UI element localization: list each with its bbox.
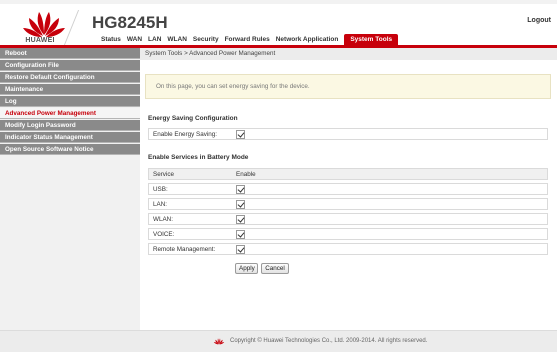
main-nav: Status WAN LAN WLAN Security Forward Rul… [98, 33, 399, 45]
tab-wlan[interactable]: WLAN [164, 34, 190, 45]
info-notice: On this page, you can set energy saving … [145, 74, 551, 99]
energy-saving-checkbox[interactable] [236, 130, 245, 139]
tab-lan[interactable]: LAN [145, 34, 164, 45]
battery-table-header: Service Enable [148, 168, 548, 180]
remote-management-checkbox[interactable] [236, 245, 245, 254]
main-content: System Tools > Advanced Power Management… [140, 48, 557, 330]
brand-name: HUAWEI [25, 37, 55, 44]
column-enable: Enable [236, 171, 256, 178]
service-label: LAN: [153, 201, 167, 208]
tab-status[interactable]: Status [98, 34, 124, 45]
logout-link[interactable]: Logout [527, 17, 551, 24]
tab-network-application[interactable]: Network Application [273, 34, 342, 45]
battery-row-wlan: WLAN: [148, 213, 548, 225]
tab-system-tools[interactable]: System Tools [344, 34, 399, 45]
service-label: WLAN: [153, 216, 173, 223]
tab-security[interactable]: Security [190, 34, 222, 45]
battery-row-usb: USB: [148, 183, 548, 195]
cancel-button[interactable]: Cancel [261, 263, 289, 274]
sidebar-item-reboot[interactable]: Reboot [0, 48, 140, 59]
copyright-text: Copyright © Huawei Technologies Co., Ltd… [230, 338, 428, 344]
device-model: HG8245H [92, 13, 168, 32]
tab-wan[interactable]: WAN [124, 34, 145, 45]
sidebar-item-restore-default[interactable]: Restore Default Configuration [0, 72, 140, 83]
sidebar-item-indicator-status[interactable]: Indicator Status Management [0, 132, 140, 143]
service-label: USB: [153, 186, 168, 193]
wlan-checkbox[interactable] [236, 215, 245, 224]
energy-saving-label: Enable Energy Saving: [153, 131, 218, 138]
battery-row-lan: LAN: [148, 198, 548, 210]
huawei-flower-logo-icon [213, 338, 225, 345]
service-label: VOICE: [153, 231, 175, 238]
battery-mode-title: Enable Services in Battery Mode [148, 154, 249, 161]
usb-checkbox[interactable] [236, 185, 245, 194]
column-service: Service [153, 171, 174, 178]
energy-saving-row: Enable Energy Saving: [148, 128, 548, 140]
sidebar-item-log[interactable]: Log [0, 96, 140, 107]
sidebar-item-open-source-notice[interactable]: Open Source Software Notice [0, 144, 140, 155]
battery-row-voice: VOICE: [148, 228, 548, 240]
lan-checkbox[interactable] [236, 200, 245, 209]
battery-row-remote-management: Remote Management: [148, 243, 548, 255]
apply-button[interactable]: Apply [235, 263, 258, 274]
sidebar-item-advanced-power-management[interactable]: Advanced Power Management [0, 108, 140, 119]
breadcrumb: System Tools > Advanced Power Management [140, 48, 557, 60]
service-label: Remote Management: [153, 246, 216, 253]
sidebar-item-modify-login-password[interactable]: Modify Login Password [0, 120, 140, 131]
energy-saving-title: Energy Saving Configuration [148, 115, 238, 122]
sidebar-item-maintenance[interactable]: Maintenance [0, 84, 140, 95]
footer: Copyright © Huawei Technologies Co., Ltd… [0, 330, 557, 352]
sidebar: Reboot Configuration File Restore Defaul… [0, 48, 140, 330]
sidebar-item-configuration-file[interactable]: Configuration File [0, 60, 140, 71]
voice-checkbox[interactable] [236, 230, 245, 239]
tab-forward-rules[interactable]: Forward Rules [222, 34, 273, 45]
